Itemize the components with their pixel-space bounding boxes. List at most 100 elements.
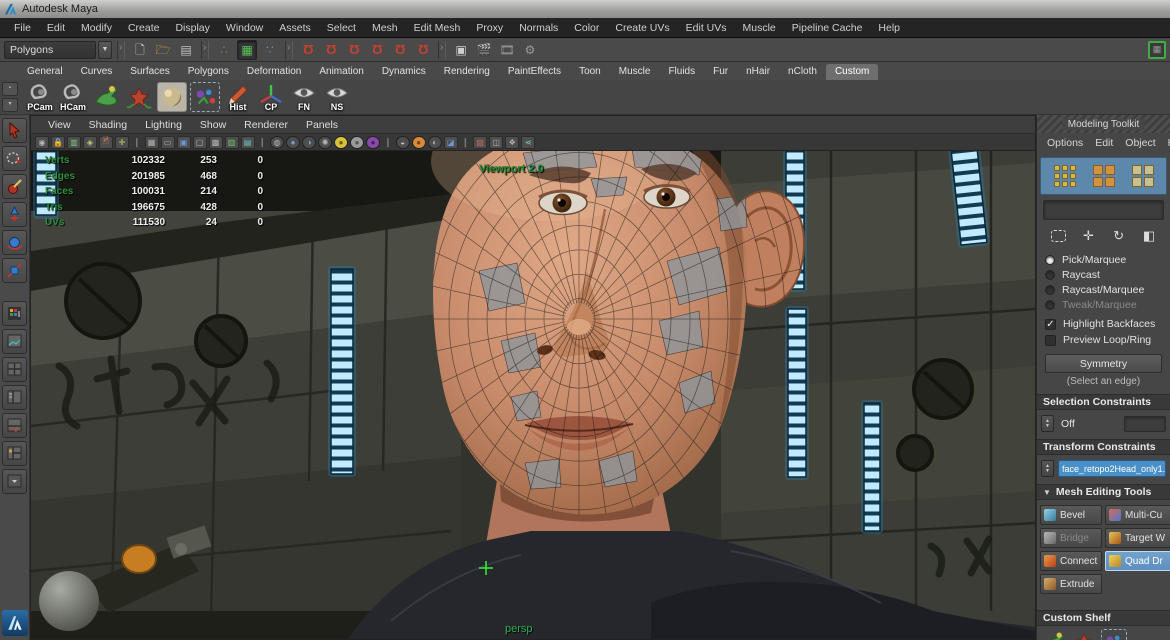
viewport-renderer-icon[interactable]: ❖	[505, 136, 519, 149]
snap-projected-center-icon[interactable]: Ω	[367, 40, 387, 60]
radio-pick-marquee[interactable]: Pick/Marquee	[1045, 252, 1162, 267]
marquee-select-icon[interactable]	[1047, 226, 1069, 246]
vp-menu-view[interactable]: View	[39, 119, 80, 131]
menu-display[interactable]: Display	[167, 22, 217, 34]
menu-create-uvs[interactable]: Create UVs	[607, 22, 677, 34]
shelf-item-ns[interactable]: NS	[322, 82, 352, 112]
image-plane-icon[interactable]: 🖻	[99, 136, 113, 149]
textured-icon[interactable]: ◑	[302, 136, 316, 149]
two-d-pan-zoom-icon[interactable]: ✛	[115, 136, 129, 149]
mesh-editing-tools-header[interactable]: ▼ Mesh Editing Tools	[1037, 484, 1170, 500]
ipr-render-icon[interactable]: 🎞	[497, 40, 517, 60]
rotate-mode-icon[interactable]: ↻	[1108, 226, 1130, 246]
wireframe-icon[interactable]: ◍	[270, 136, 284, 149]
face-mode-icon[interactable]	[1129, 162, 1157, 190]
scale-tool-icon[interactable]	[2, 258, 27, 283]
plugin-shading-icon[interactable]: ◫	[489, 136, 503, 149]
select-tool-icon[interactable]	[2, 118, 27, 143]
vp-menu-renderer[interactable]: Renderer	[235, 119, 297, 131]
layout-single-pane-icon[interactable]	[2, 329, 27, 354]
shelf-menu-widget[interactable]: ▪▾	[2, 82, 18, 112]
multi-cut-button[interactable]: Multi-Cu	[1105, 505, 1170, 525]
shelf-tab-ncloth[interactable]: nCloth	[779, 64, 826, 80]
select-object-icon[interactable]: ▦	[237, 40, 257, 60]
scale-mode-icon[interactable]: ◧	[1138, 226, 1160, 246]
check-preview-loop-ring[interactable]: Preview Loop/Ring	[1045, 332, 1162, 348]
constraint-extra-field[interactable]	[1124, 416, 1166, 432]
shelf-tab-rendering[interactable]: Rendering	[435, 64, 499, 80]
maya-home-icon[interactable]	[2, 610, 28, 636]
symmetry-button[interactable]: Symmetry	[1045, 354, 1162, 373]
constraint-spinner-icon[interactable]: ▲▼	[1041, 415, 1054, 432]
shelf-item-paint-fx[interactable]	[124, 82, 154, 112]
menu-select[interactable]: Select	[319, 22, 364, 34]
vertex-mode-icon[interactable]	[1051, 162, 1079, 190]
last-tool-used-icon[interactable]	[2, 301, 27, 326]
connect-button[interactable]: Connect	[1040, 551, 1102, 571]
mtk-menu-help[interactable]: Help	[1162, 137, 1170, 149]
shelf-item-fn[interactable]: FN	[289, 82, 319, 112]
custom-shelf-header[interactable]: Custom Shelf	[1037, 610, 1170, 626]
shaded-icon[interactable]: ●	[286, 136, 300, 149]
menu-edit-mesh[interactable]: Edit Mesh	[406, 22, 469, 34]
resolution-gate-icon[interactable]: ▣	[177, 136, 191, 149]
shelf-tab-muscle[interactable]: Muscle	[610, 64, 660, 80]
isolate-select-icon[interactable]: ▧	[473, 136, 487, 149]
mtk-menu-edit[interactable]: Edit	[1089, 137, 1119, 149]
quad-draw-button[interactable]: Quad Dr	[1105, 551, 1170, 571]
select-hierarchy-icon[interactable]: ∴	[214, 40, 234, 60]
layout-hypershade-persp-icon[interactable]	[2, 441, 27, 466]
new-scene-icon[interactable]: 🗋	[130, 40, 150, 60]
share-view-icon[interactable]: ⋖	[521, 136, 535, 149]
extrude-button[interactable]: Extrude	[1040, 574, 1102, 594]
shelf-tab-general[interactable]: General	[18, 64, 72, 80]
layout-dropdown-icon[interactable]	[2, 469, 27, 494]
constraint-spinner-icon[interactable]: ▲▼	[1041, 460, 1054, 477]
menu-file[interactable]: File	[6, 22, 39, 34]
field-chart-icon[interactable]: ▩	[209, 136, 223, 149]
shelf-tab-deformation[interactable]: Deformation	[238, 64, 310, 80]
multisample-icon[interactable]: ●	[412, 136, 426, 149]
shelf-tab-fluids[interactable]: Fluids	[659, 64, 704, 80]
viewport-canvas[interactable]: Verts1023322530 Edges2019854680 Faces100…	[31, 151, 1035, 639]
shelf-item-pcam[interactable]: PCam	[25, 82, 55, 112]
paint-select-tool-icon[interactable]	[2, 174, 27, 199]
custom-shelf-flower-icon[interactable]	[1071, 629, 1097, 640]
move-tool-icon[interactable]	[2, 202, 27, 227]
move-mode-icon[interactable]: ✛	[1077, 226, 1099, 246]
grid-icon[interactable]: ▦	[145, 136, 159, 149]
selection-constraints-header[interactable]: Selection Constraints	[1037, 394, 1170, 410]
snap-grid-icon[interactable]: Ω	[298, 40, 318, 60]
vp-menu-lighting[interactable]: Lighting	[136, 119, 191, 131]
open-scene-icon[interactable]: 🗁	[153, 40, 173, 60]
shelf-tab-fur[interactable]: Fur	[704, 64, 737, 80]
radio-raycast-marquee[interactable]: Raycast/Marquee	[1045, 282, 1162, 297]
default-material-icon[interactable]: ●	[334, 136, 348, 149]
layout-persp-outliner-icon[interactable]	[2, 385, 27, 410]
statusline-separator[interactable]	[438, 41, 446, 59]
menu-muscle[interactable]: Muscle	[735, 22, 784, 34]
shelf-tab-polygons[interactable]: Polygons	[179, 64, 238, 80]
statusline-separator[interactable]	[117, 41, 125, 59]
select-component-icon[interactable]: ∵	[260, 40, 280, 60]
edge-mode-icon[interactable]	[1090, 162, 1118, 190]
menu-mesh[interactable]: Mesh	[364, 22, 406, 34]
camera-attributes-icon[interactable]: ▥	[67, 136, 81, 149]
shadows-icon[interactable]: ●	[350, 136, 364, 149]
lock-camera-icon[interactable]: 🔒	[51, 136, 65, 149]
snap-view-plane-icon[interactable]: Ω	[390, 40, 410, 60]
render-view-icon[interactable]: ▣	[451, 40, 471, 60]
vp-menu-shading[interactable]: Shading	[80, 119, 137, 131]
menu-pipeline-cache[interactable]: Pipeline Cache	[784, 22, 871, 34]
menu-edit[interactable]: Edit	[39, 22, 73, 34]
select-camera-icon[interactable]: ◉	[35, 136, 49, 149]
render-settings-icon[interactable]: ⚙	[520, 40, 540, 60]
whats-new-highlight-icon[interactable]: ▦	[1148, 41, 1166, 59]
layout-persp-graph-icon[interactable]	[2, 413, 27, 438]
shelf-tab-dynamics[interactable]: Dynamics	[373, 64, 435, 80]
transform-constraints-header[interactable]: Transform Constraints	[1037, 439, 1170, 455]
mtk-menu-options[interactable]: Options	[1041, 137, 1089, 149]
menu-set-dropdown-arrow[interactable]: ▼	[98, 41, 112, 59]
rotate-tool-icon[interactable]	[2, 230, 27, 255]
shelf-item-hist[interactable]: Hist	[223, 82, 253, 112]
